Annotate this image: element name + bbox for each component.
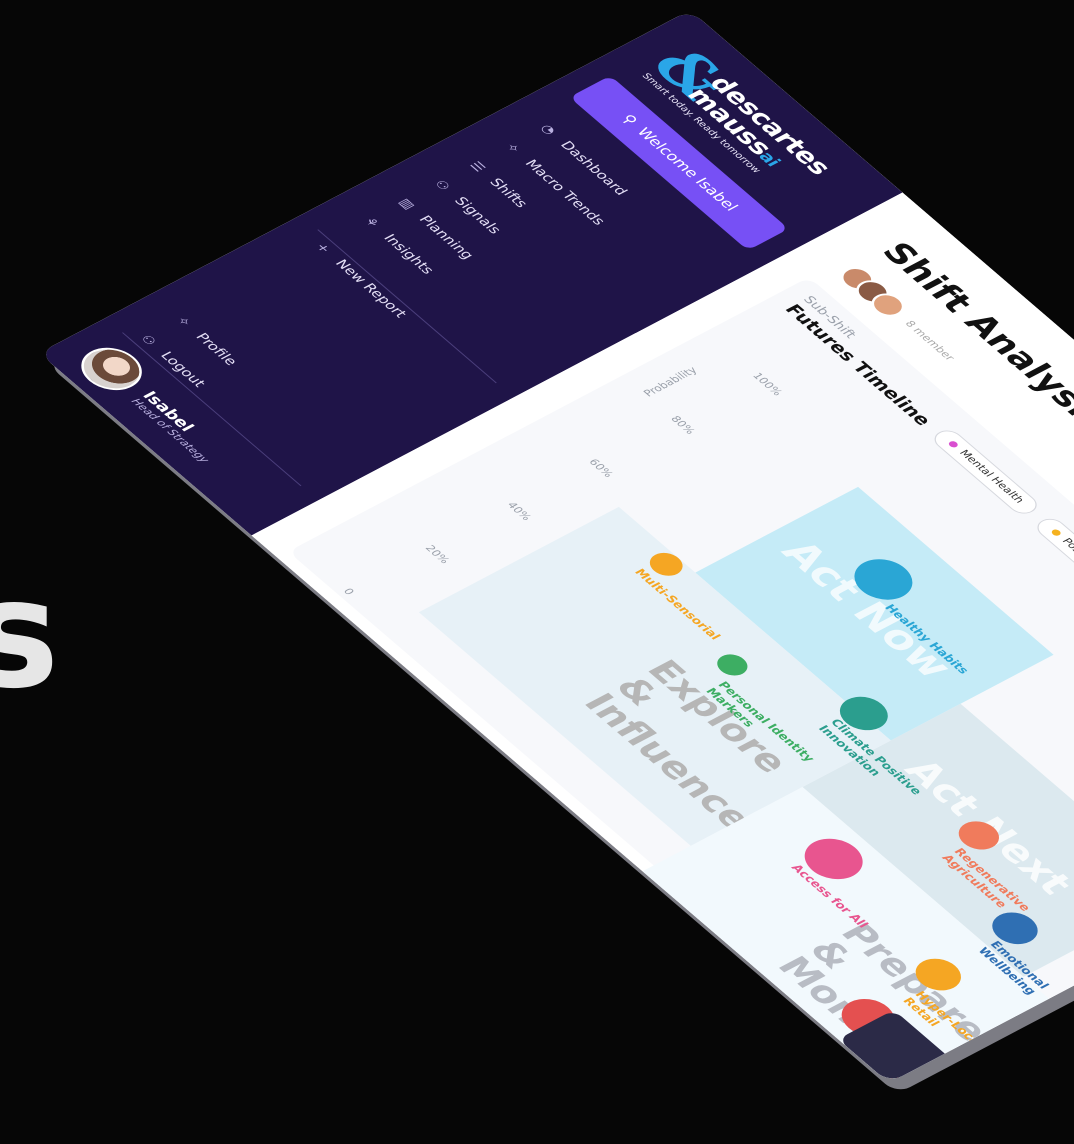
list-icon: ☰ — [466, 159, 489, 174]
y-tick-label: 60% — [585, 457, 615, 480]
user-search-icon: ⚲ — [617, 112, 641, 128]
app-window: & descartes maussai Smart today. Ready t… — [39, 10, 1074, 1083]
background-headline-fragment: s — [0, 548, 60, 722]
y-tick-label: 100% — [749, 371, 784, 398]
y-tick-label: 40% — [503, 500, 534, 523]
sparkle-icon: ✧ — [502, 140, 524, 156]
chip-label: Mental Health — [956, 448, 1026, 505]
people-icon: ⚇ — [431, 177, 454, 193]
y-tick-label: 0 — [340, 587, 356, 598]
y-tick-label: 20% — [422, 543, 452, 566]
sidebar-nav: ◔ Dashboard ✧ Macro Trends ☰ Shifts ⚇ Signals ▥ P… — [299, 114, 654, 333]
dashboard-icon: ◔ — [537, 122, 560, 137]
insights-icon: ⚘ — [360, 215, 383, 230]
y-axis-label: Probability — [641, 365, 701, 400]
member-count: 8 member — [902, 319, 957, 363]
futures-timeline-chart: Act Now Act Next Explore & Influence Prepar… — [402, 382, 1074, 1083]
book-icon: ▥ — [395, 196, 419, 212]
chip-label: Positive Food Sys — [1059, 536, 1074, 605]
sparkle-icon: ✧ — [173, 314, 195, 329]
y-tick-label: 80% — [667, 414, 697, 437]
chip-dot-icon — [947, 440, 960, 449]
chip-dot-icon — [1049, 528, 1063, 537]
